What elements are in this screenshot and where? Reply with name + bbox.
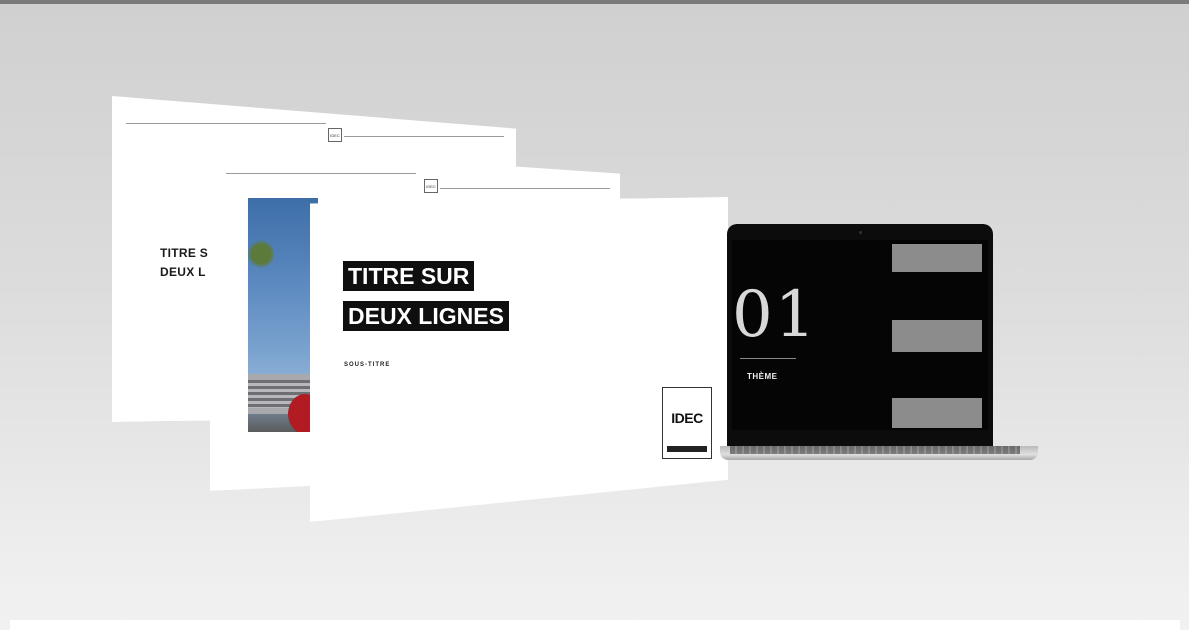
logo-idec-small: IDEC [328, 128, 342, 142]
title-line-1: TITRE S [160, 246, 209, 260]
header-line-right [344, 136, 504, 137]
title-line-1: TITRE SUR [343, 261, 475, 291]
section-number: 01 [732, 278, 818, 352]
slide-title: TITRE S DEUX L [160, 244, 208, 282]
photo-foliage [248, 234, 274, 274]
floor-shadow [0, 470, 1189, 630]
bottom-strip [10, 620, 1180, 630]
title-line-2: DEUX L [160, 265, 206, 279]
title-text: TITRE SUR [343, 261, 475, 291]
slide-front: TITRE SUR DEUX LIGNES SOUS-TITRE IDEC [310, 197, 728, 522]
logo-bar [667, 446, 707, 452]
header-line-left [226, 173, 416, 174]
laptop-screen: 01 THÈME [727, 224, 993, 446]
laptop-display: 01 THÈME [732, 240, 988, 430]
logo-text: IDEC [426, 183, 436, 189]
header-line-right [440, 188, 610, 189]
title-line-2: DEUX LIGNES [343, 301, 509, 331]
theme-divider [740, 358, 796, 359]
logo-idec-small: IDEC [424, 179, 438, 193]
building-photo [248, 198, 318, 432]
camera-dot [859, 231, 862, 234]
gray-block-middle [892, 320, 982, 352]
logo-text: IDEC [671, 410, 703, 426]
subtitle: SOUS-TITRE [344, 362, 391, 368]
title-text: DEUX LIGNES [343, 301, 509, 331]
gray-block-bottom [892, 398, 982, 428]
logo-idec: IDEC [662, 387, 712, 459]
top-bar [0, 0, 1189, 4]
gray-block-top [892, 244, 982, 272]
logo-text: IDEC [330, 132, 340, 138]
laptop-keyboard [730, 446, 1020, 454]
theme-label: THÈME [747, 372, 778, 381]
header-line-left [126, 123, 326, 124]
